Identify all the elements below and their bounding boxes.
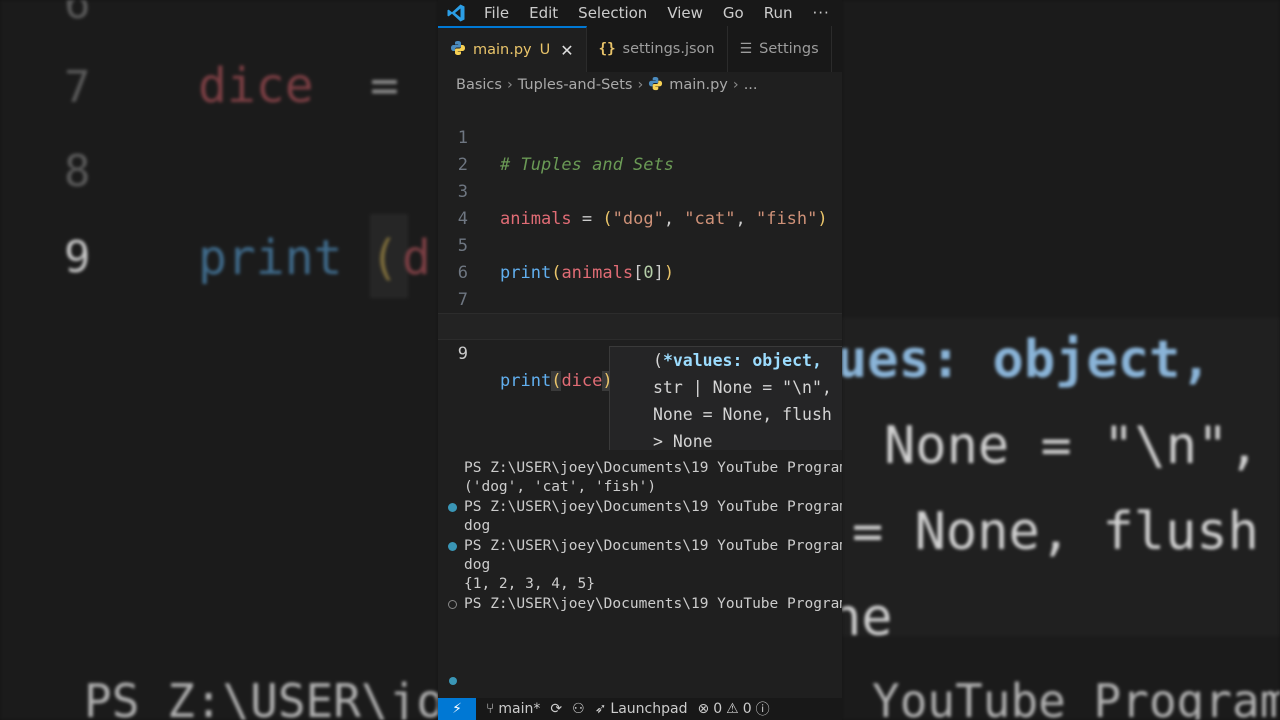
git-graph-icon[interactable]: ⚇	[572, 701, 585, 717]
bg-line-number: 6	[64, 0, 91, 29]
terminal-panel[interactable]: PS Z:\USER\joey\Documents\19 YouTube Pro…	[438, 450, 842, 698]
background-right-zoom: ues: object, None = "\n", = None, flush …	[842, 0, 1280, 720]
menu-more[interactable]: ···	[803, 0, 840, 26]
json-braces-icon: {}	[598, 41, 616, 57]
signature-text: None = None, flush	[653, 405, 832, 424]
breadcrumb-item[interactable]: ...	[744, 77, 758, 93]
command-pending-dot[interactable]	[448, 600, 457, 609]
close-icon[interactable]: ✕	[560, 41, 573, 60]
bg-terminal-text: YouTube Program	[872, 674, 1280, 720]
sync-icon[interactable]: ⟳	[550, 701, 562, 717]
python-icon	[450, 40, 466, 60]
bg-code-paren: (	[370, 230, 399, 286]
tab-label: main.py	[473, 42, 532, 58]
terminal-output: dog	[464, 518, 491, 534]
bg-hover-text: = None, flush	[852, 502, 1259, 562]
launchpad[interactable]: ➶ Launchpad	[595, 701, 688, 717]
settings-lines-icon: ☰	[739, 41, 753, 57]
signature-text: (*values: object,	[653, 351, 822, 370]
terminal-prompt: PS Z:\USER\joey\Documents\19 YouTube Pro…	[464, 499, 842, 515]
remote-window-icon[interactable]: ⚡	[438, 698, 476, 720]
menu-go[interactable]: Go	[713, 0, 754, 26]
code-line: 1 # Tuples and Sets	[438, 98, 842, 175]
terminal-prompt: PS Z:\USER\joey\Documents\19 YouTube Pro…	[464, 460, 842, 476]
problems-indicator[interactable]: ⊗ 0 ⚠ 0 ⓘ	[697, 699, 769, 719]
bg-code-eq: =	[370, 58, 399, 114]
terminal-prompt: PS Z:\USER\joey\Documents\19 YouTube Pro…	[464, 538, 842, 554]
bg-terminal-text: PS Z:\USER\jo	[84, 674, 438, 720]
background-left-zoom: 6 7 8 9 dice = print ( d PS Z:\USER\jo	[0, 0, 438, 720]
bg-line-number: 7	[64, 62, 91, 113]
breadcrumb: Basics › Tuples-and-Sets › main.py › ...	[438, 72, 842, 98]
bg-code-arg: d	[402, 230, 431, 286]
menu-view[interactable]: View	[657, 0, 713, 26]
command-success-dot[interactable]	[448, 542, 457, 551]
code-line: 6	[438, 233, 842, 283]
menu-run[interactable]: Run	[754, 0, 803, 26]
vscode-logo-icon	[438, 0, 474, 26]
chevron-right-icon: ›	[506, 77, 513, 93]
breadcrumb-item[interactable]: Tuples-and-Sets	[518, 77, 633, 93]
code-line: 8	[438, 287, 842, 337]
signature-text: str | None = "\n",	[653, 378, 832, 397]
bg-line-number: 9	[64, 232, 91, 283]
menu-edit[interactable]: Edit	[519, 0, 568, 26]
untracked-badge: U	[539, 42, 551, 58]
bg-hover-text: None = "\n",	[884, 416, 1260, 476]
terminal-indicator-dot	[449, 677, 457, 685]
chevron-right-icon: ›	[732, 77, 739, 93]
terminal-output: dog	[464, 557, 491, 573]
bg-code-print: print	[198, 230, 343, 286]
menu-selection[interactable]: Selection	[568, 0, 657, 26]
git-branch[interactable]: ⑂ main*	[486, 701, 540, 717]
editor-tabs: main.py U ✕ {} settings.json ☰ Settings	[438, 26, 842, 72]
code-line: 4	[438, 179, 842, 229]
line-number: 9	[457, 344, 468, 364]
signature-help-popup: (*values: object, str | None = "\n", Non…	[609, 346, 842, 450]
tab-settings[interactable]: ☰ Settings	[728, 26, 832, 72]
branch-icon: ⑂	[486, 701, 495, 717]
title-bar: File Edit Selection View Go Run ···	[438, 0, 842, 26]
bg-line-number: 8	[64, 146, 91, 197]
error-icon: ⊗	[697, 701, 710, 717]
code-line: 2	[438, 125, 842, 175]
status-bar: ⚡ ⑂ main* ⟳ ⚇ ➶ Launchpad ⊗ 0 ⚠ 0 ⓘ	[438, 698, 842, 720]
tab-label: Settings	[759, 41, 819, 57]
terminal-output: {1, 2, 3, 4, 5}	[464, 576, 595, 592]
signature-text: > None	[653, 432, 713, 450]
chevron-right-icon: ›	[637, 77, 644, 93]
terminal-prompt: PS Z:\USER\joey\Documents\19 YouTube Pro…	[464, 596, 842, 612]
tab-settings-json[interactable]: {} settings.json	[587, 26, 728, 72]
tab-main-py[interactable]: main.py U ✕	[438, 26, 587, 72]
bg-code-dice: dice	[198, 58, 314, 114]
rocket-icon: ➶	[594, 701, 607, 717]
code-content: print(dice)	[500, 371, 613, 391]
info-icon: ⓘ	[755, 702, 770, 718]
menu-file[interactable]: File	[474, 0, 519, 26]
code-line: 7 dice = {1,2,3,4,5}	[438, 260, 842, 337]
breadcrumb-item[interactable]: Basics	[456, 77, 502, 93]
tab-label: settings.json	[622, 41, 715, 57]
bg-hover-text: ne	[842, 588, 893, 648]
command-success-dot[interactable]	[448, 503, 457, 512]
python-icon	[648, 76, 663, 95]
code-line-current: 9 print(dice)	[438, 313, 842, 391]
bg-hover-text: ues: object,	[842, 330, 1212, 390]
code-line: 5 print(animals[0])	[438, 206, 842, 283]
breadcrumb-item[interactable]: main.py	[669, 77, 728, 93]
code-line: 3 animals = ("dog", "cat", "fish")	[438, 152, 842, 229]
vscode-window: File Edit Selection View Go Run ··· main…	[438, 0, 842, 720]
warning-icon: ⚠	[726, 701, 739, 717]
code-editor[interactable]: 1 # Tuples and Sets 2 3 animals = ("dog"…	[438, 98, 842, 450]
terminal-output: ('dog', 'cat', 'fish')	[464, 479, 657, 495]
